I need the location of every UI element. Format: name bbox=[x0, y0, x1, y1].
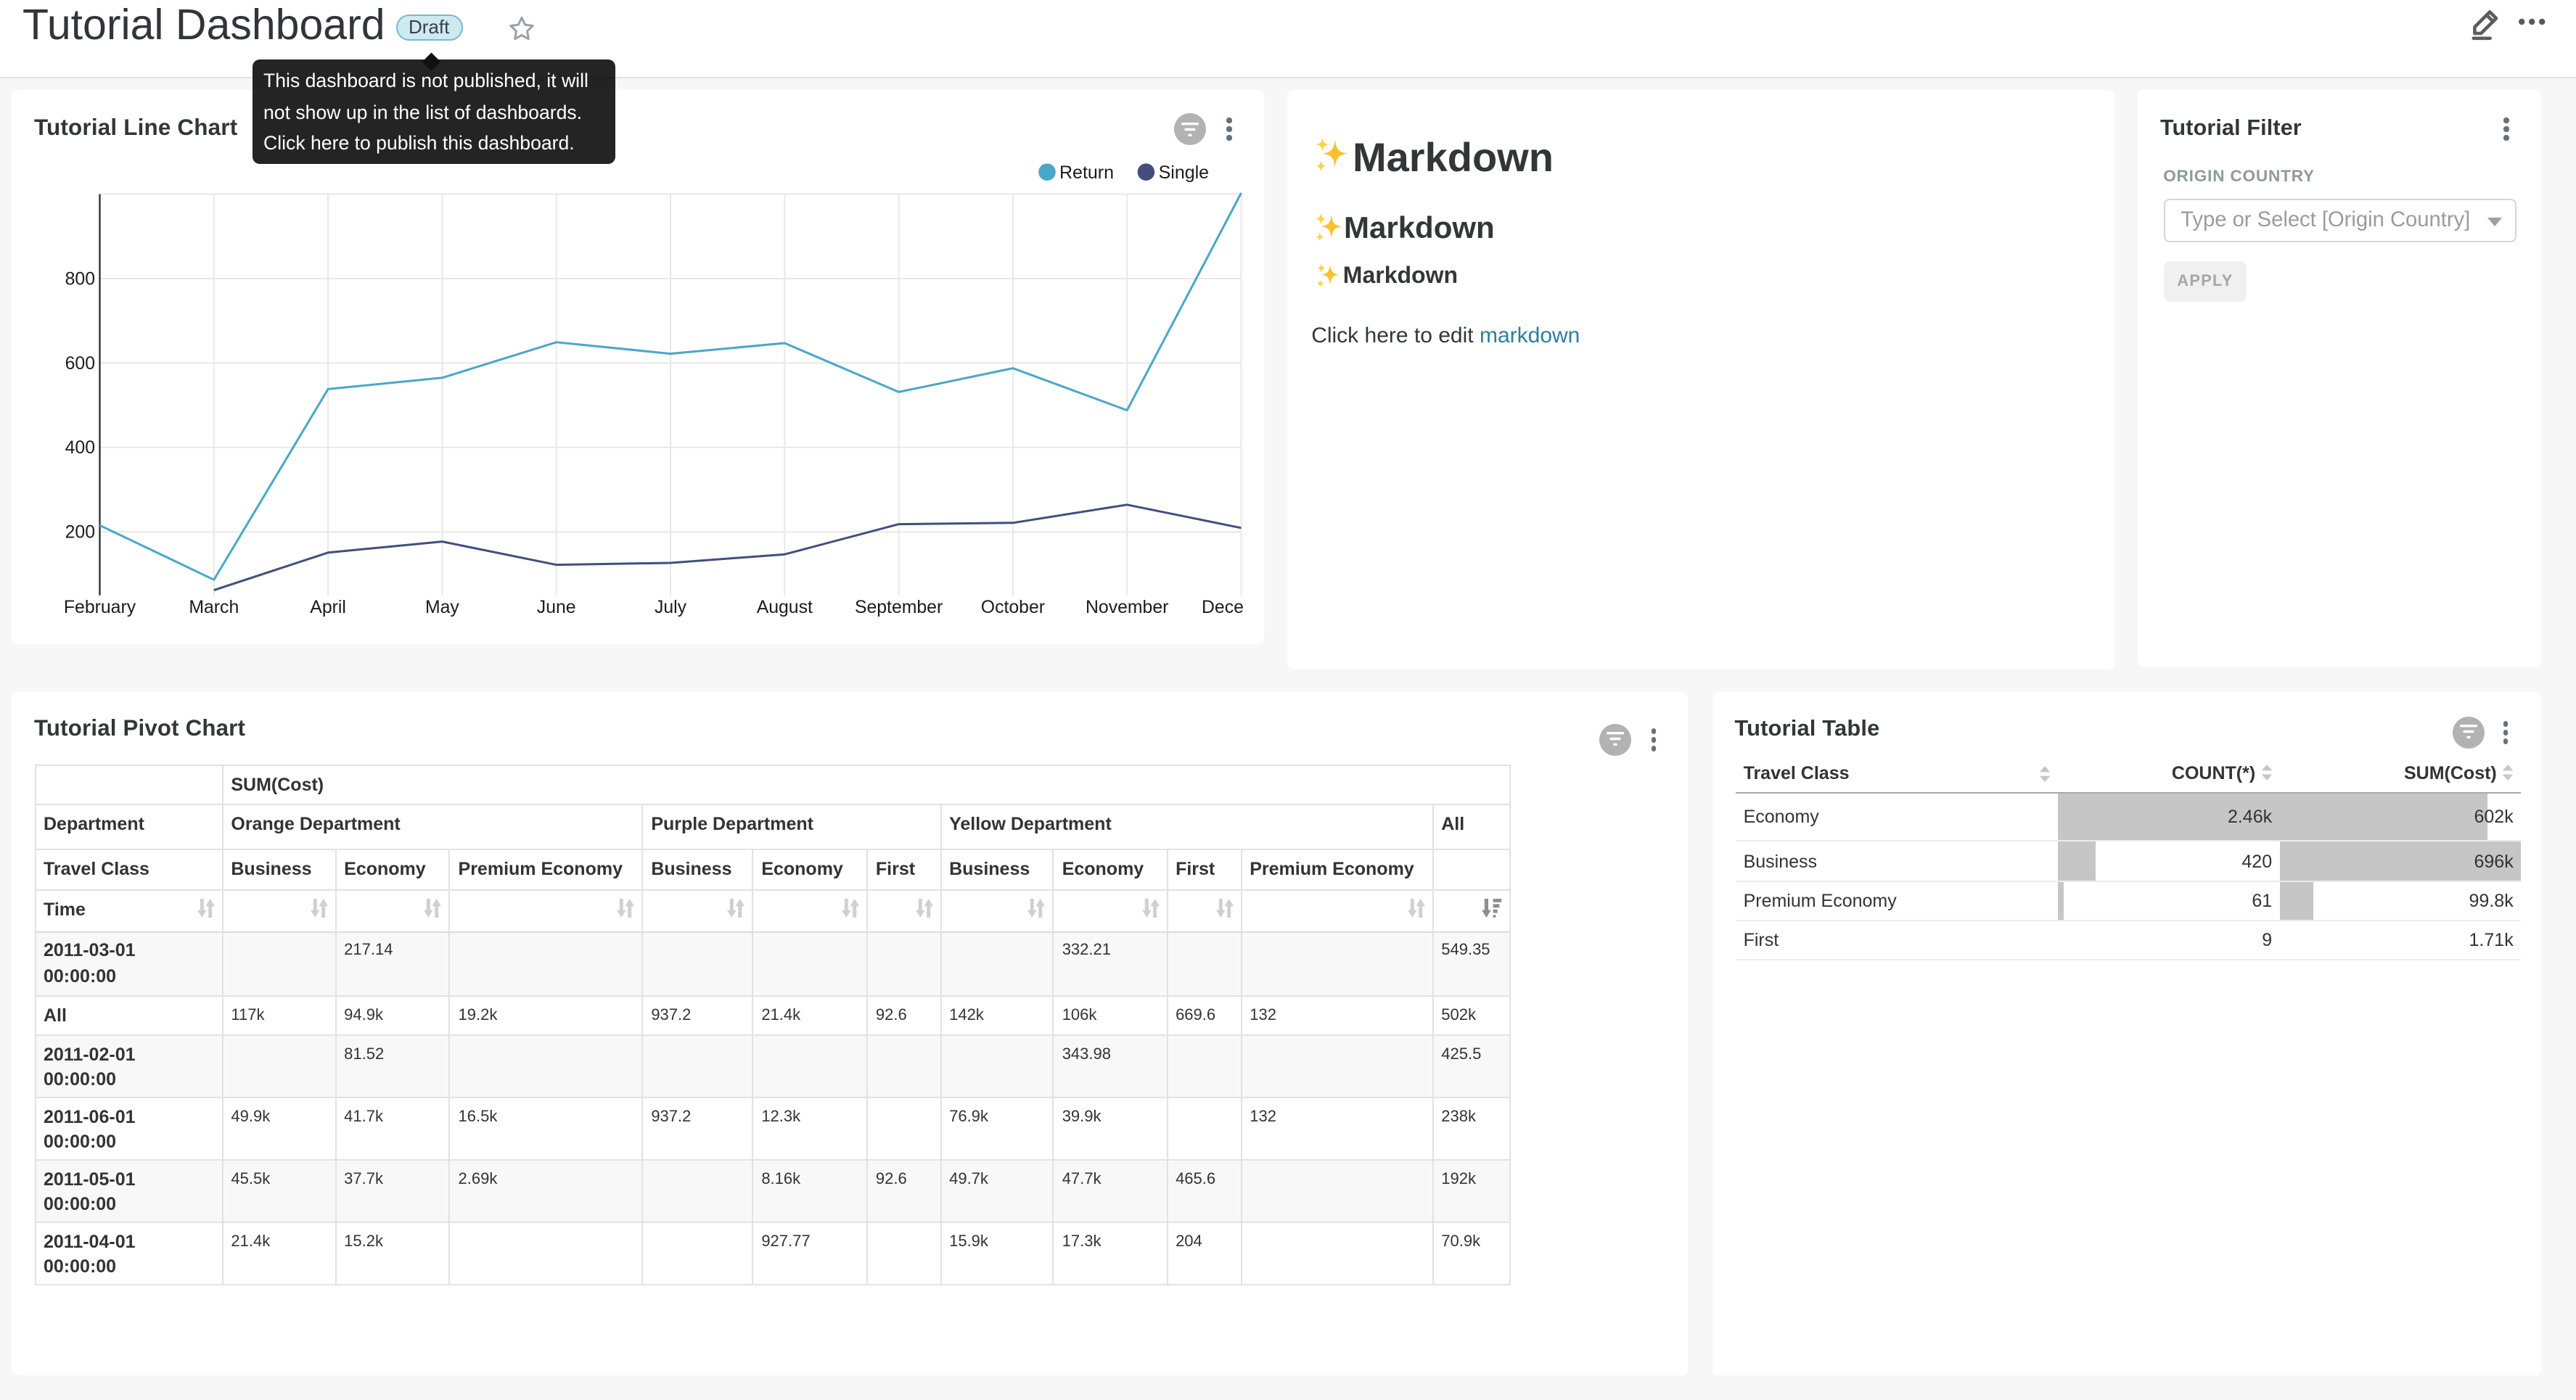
svg-text:400: 400 bbox=[65, 438, 95, 458]
svg-text:June: June bbox=[537, 598, 576, 617]
svg-text:800: 800 bbox=[65, 269, 95, 289]
svg-text:Dece: Dece bbox=[1202, 598, 1244, 617]
svg-text:October: October bbox=[981, 598, 1045, 617]
svg-text:200: 200 bbox=[65, 523, 95, 543]
svg-text:September: September bbox=[855, 598, 943, 617]
svg-text:March: March bbox=[189, 598, 239, 617]
svg-text:600: 600 bbox=[65, 354, 95, 374]
svg-text:July: July bbox=[655, 598, 687, 617]
svg-text:Single: Single bbox=[1159, 162, 1210, 183]
svg-text:Return: Return bbox=[1059, 162, 1114, 183]
svg-text:May: May bbox=[425, 598, 459, 617]
svg-text:February: February bbox=[64, 598, 136, 617]
svg-text:August: August bbox=[757, 598, 813, 617]
svg-text:April: April bbox=[310, 598, 346, 617]
svg-text:November: November bbox=[1086, 598, 1168, 617]
